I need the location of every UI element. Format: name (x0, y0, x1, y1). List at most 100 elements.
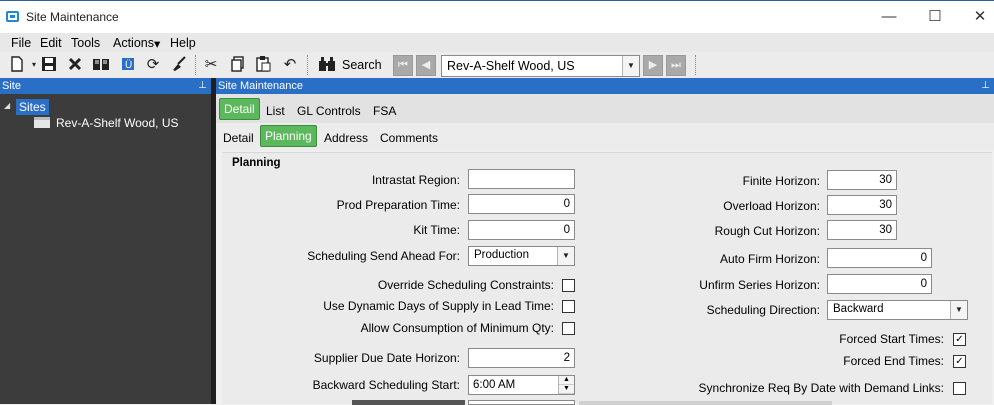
main-panel: Site Maintenance ⊥ Detail List GL Contro… (216, 78, 994, 405)
main-panel-title: Site Maintenance (218, 80, 303, 92)
forced-end-times-checkbox[interactable]: ✓ (953, 355, 966, 368)
refresh-icon[interactable]: ⟳ (144, 56, 162, 74)
hidden-field[interactable] (468, 400, 575, 405)
rough-cut-horizon-field[interactable]: 30 (827, 220, 897, 240)
prod-preparation-time-field[interactable]: 0 (468, 194, 575, 214)
minimize-button[interactable]: — (879, 7, 899, 27)
paste-icon[interactable] (254, 56, 272, 74)
window-title: Site Maintenance (26, 10, 119, 24)
tree-panel-header: Site ⊥ (0, 78, 211, 94)
subtab-planning[interactable]: Planning (260, 125, 317, 147)
menu-edit[interactable]: Edit (40, 36, 62, 50)
pin-icon[interactable]: ⊥ (981, 78, 990, 94)
undo-icon[interactable]: ↶ (281, 56, 299, 74)
record-selector-value: Rev-A-Shelf Wood, US (447, 59, 575, 73)
unfirm-series-horizon-label: Unfirm Series Horizon: (699, 278, 820, 292)
forced-start-times-checkbox[interactable]: ✓ (953, 333, 966, 346)
subtab-address[interactable]: Address (324, 131, 368, 145)
tree-node-sites[interactable]: Sites (16, 99, 49, 115)
copy-icon[interactable] (229, 56, 247, 74)
allow-consumption-min-qty-checkbox[interactable] (562, 322, 575, 335)
folder-icon (34, 117, 50, 128)
next-record-button[interactable]: ▶ (643, 55, 663, 76)
tree-node-site[interactable]: Rev-A-Shelf Wood, US (56, 116, 179, 130)
save-icon[interactable] (40, 56, 58, 74)
kit-time-field[interactable]: 0 (468, 220, 575, 240)
spinner-up-icon[interactable]: ▲ (559, 376, 574, 385)
finite-horizon-field[interactable]: 30 (827, 170, 897, 190)
previous-record-button[interactable]: ◀ (416, 55, 436, 76)
prod-preparation-time-label: Prod Preparation Time: (336, 198, 460, 212)
toolbar-separator (695, 55, 696, 75)
menu-tools[interactable]: Tools (71, 36, 100, 50)
intrastat-region-label: Intrastat Region: (371, 173, 460, 187)
secondary-tab-bar: Detail Planning Address Comments (216, 123, 994, 150)
menu-actions[interactable]: Actions▾ (113, 36, 160, 51)
overload-horizon-label: Overload Horizon: (723, 199, 820, 213)
chevron-down-icon[interactable]: ▼ (622, 56, 639, 76)
finite-horizon-label: Finite Horizon: (742, 174, 820, 188)
chevron-down-icon[interactable]: ▼ (557, 247, 574, 265)
override-scheduling-constraints-checkbox[interactable] (562, 279, 575, 292)
search-button-label[interactable]: Search (342, 58, 382, 72)
toolbar: ▾ Ü ⟳ ✂ ↶ Search ⏮ ◀ Rev-A-Shelf Wood, U… (0, 52, 994, 78)
time-spinner[interactable]: ▲ ▼ (558, 376, 574, 394)
toolbar-separator (195, 55, 196, 75)
book-icon[interactable] (92, 56, 110, 74)
pin-icon[interactable]: ⊥ (198, 78, 207, 94)
scheduling-send-ahead-label: Scheduling Send Ahead For: (307, 249, 460, 263)
dynamic-days-of-supply-label: Use Dynamic Days of Supply in Lead Time: (323, 299, 554, 313)
hidden-field-label (352, 400, 465, 405)
svg-text:Ü: Ü (125, 59, 132, 71)
menu-bar: File Edit Tools Actions▾ Help (0, 33, 994, 52)
supplier-due-date-horizon-label: Supplier Due Date Horizon: (313, 351, 460, 365)
app-icon (6, 11, 19, 22)
maximize-button[interactable]: ☐ (925, 7, 945, 27)
synchronize-req-by-date-checkbox[interactable] (953, 382, 966, 395)
supplier-due-date-horizon-field[interactable]: 2 (468, 348, 575, 368)
tab-detail[interactable]: Detail (219, 98, 260, 120)
new-icon[interactable] (8, 56, 26, 74)
cut-icon[interactable]: ✂ (202, 56, 220, 74)
intrastat-region-field[interactable] (468, 169, 575, 189)
unfirm-series-horizon-field[interactable]: 0 (827, 274, 932, 294)
tab-list[interactable]: List (266, 104, 285, 118)
scheduling-send-ahead-select[interactable]: Production ▼ (468, 246, 575, 266)
chevron-down-icon[interactable]: ▼ (950, 301, 967, 319)
search-icon[interactable] (318, 56, 336, 74)
last-record-button[interactable]: ⏭ (666, 55, 686, 76)
delete-icon[interactable] (66, 56, 84, 74)
allow-consumption-min-qty-label: Allow Consumption of Minimum Qty: (360, 321, 554, 335)
attach-icon[interactable]: Ü (119, 56, 137, 74)
overload-horizon-field[interactable]: 30 (827, 195, 897, 215)
subtab-detail[interactable]: Detail (223, 131, 254, 145)
tab-fsa[interactable]: FSA (373, 104, 396, 118)
forced-start-times-label: Forced Start Times: (839, 332, 944, 346)
tab-gl-controls[interactable]: GL Controls (297, 104, 361, 118)
dynamic-days-of-supply-checkbox[interactable] (562, 300, 575, 313)
backward-scheduling-start-field[interactable]: 6:00 AM ▲ ▼ (468, 375, 575, 395)
kit-time-label: Kit Time: (413, 223, 460, 237)
backward-scheduling-start-label: Backward Scheduling Start: (312, 378, 460, 392)
hidden-field-bar (579, 401, 832, 405)
spinner-down-icon[interactable]: ▼ (559, 385, 574, 394)
menu-help[interactable]: Help (170, 36, 196, 50)
scheduling-send-ahead-value: Production (474, 249, 529, 261)
scheduling-direction-select[interactable]: Backward ▼ (827, 300, 968, 320)
auto-firm-horizon-label: Auto Firm Horizon: (719, 252, 820, 266)
menu-file[interactable]: File (11, 36, 31, 50)
menu-actions-label: Actions (113, 36, 154, 50)
first-record-button[interactable]: ⏮ (393, 55, 413, 76)
record-selector[interactable]: Rev-A-Shelf Wood, US ▼ (441, 55, 640, 77)
clear-icon[interactable] (170, 56, 188, 74)
forced-end-times-label: Forced End Times: (843, 354, 944, 368)
synchronize-req-by-date-label: Synchronize Req By Date with Demand Link… (698, 381, 944, 395)
close-button[interactable]: ✕ (970, 7, 990, 27)
tree-expand-icon[interactable]: ◢ (4, 101, 10, 110)
subtab-comments[interactable]: Comments (380, 131, 438, 145)
tree-panel-title: Site (2, 80, 21, 92)
planning-form: Planning Intrastat Region: Prod Preparat… (222, 152, 992, 405)
rough-cut-horizon-label: Rough Cut Horizon: (714, 224, 820, 238)
auto-firm-horizon-field[interactable]: 0 (827, 248, 932, 268)
scheduling-direction-label: Scheduling Direction: (706, 303, 820, 317)
